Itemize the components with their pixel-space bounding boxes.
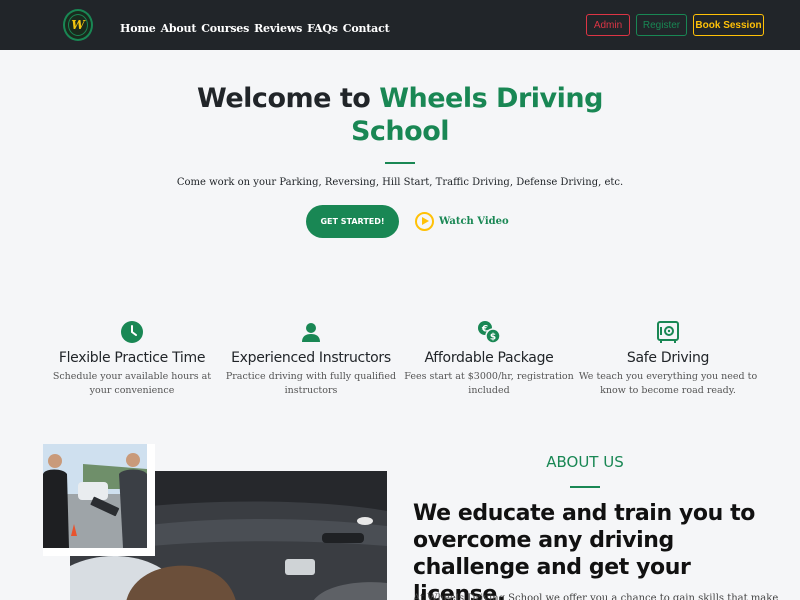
- feature-flexible-time: Flexible Practice Time Schedule your ava…: [42, 320, 222, 398]
- feature-desc: Schedule your available hours at your co…: [52, 371, 212, 396]
- nav-link-about[interactable]: About: [161, 22, 197, 35]
- hero-divider: [385, 162, 415, 164]
- nav-link-contact[interactable]: Contact: [343, 22, 390, 35]
- feature-title: Experienced Instructors: [231, 350, 391, 366]
- feature-title: Flexible Practice Time: [58, 350, 206, 366]
- svg-text:$: $: [490, 333, 496, 343]
- hero-title: Welcome to Wheels Driving School: [150, 82, 650, 148]
- instructor-illustration: [43, 444, 147, 548]
- play-icon: [415, 212, 434, 231]
- get-started-button[interactable]: GET STARTED!: [306, 205, 399, 238]
- book-session-button[interactable]: Book Session: [693, 14, 764, 36]
- feature-desc: We teach you everything you need to know…: [578, 371, 758, 396]
- logo-letter: W: [71, 18, 85, 32]
- hero-title-accent: Wheels Driving School: [350, 83, 603, 147]
- feature-affordable: € $ Affordable Package Fees start at $30…: [399, 320, 579, 398]
- watch-video-link[interactable]: Watch Video: [415, 212, 509, 231]
- about-heading: We educate and train you to overcome any…: [413, 501, 755, 600]
- navbar: W Home About Courses Reviews FAQs Contac…: [0, 0, 800, 50]
- nav-link-home[interactable]: Home: [120, 22, 156, 35]
- nav-link-reviews[interactable]: Reviews: [254, 22, 302, 35]
- about-divider: [570, 486, 600, 488]
- feature-title: Affordable Package: [424, 350, 554, 366]
- money-icon: € $: [478, 321, 501, 344]
- nav-links: Home About Courses Reviews FAQs Contact: [120, 22, 390, 35]
- feature-desc: Fees start at $3000/hr, registration inc…: [404, 371, 574, 396]
- about-text: At Wheels Driving School we offer you a …: [413, 593, 779, 600]
- nav-link-courses[interactable]: Courses: [201, 22, 249, 35]
- instructor-photo-frame: [43, 444, 155, 556]
- feature-title: Safe Driving: [626, 350, 710, 366]
- feature-desc: Practice driving with fully qualified in…: [225, 371, 397, 396]
- feature-instructors: Experienced Instructors Practice driving…: [221, 320, 401, 398]
- hero-subtitle: Come work on your Parking, Reversing, Hi…: [176, 177, 624, 188]
- instructor-photo: [43, 444, 147, 548]
- logo[interactable]: W: [63, 9, 93, 41]
- hero-title-prefix: Welcome to: [197, 83, 380, 114]
- register-button[interactable]: Register: [636, 14, 687, 36]
- about-us-label: ABOUT US: [546, 453, 624, 471]
- feature-safe-driving: Safe Driving We teach you everything you…: [578, 320, 758, 398]
- nav-link-faqs[interactable]: FAQs: [307, 22, 338, 35]
- user-icon: [302, 323, 320, 342]
- clock-icon: [121, 321, 143, 343]
- safe-icon: [657, 321, 679, 343]
- watch-video-label: Watch Video: [439, 216, 509, 227]
- admin-button[interactable]: Admin: [586, 14, 630, 36]
